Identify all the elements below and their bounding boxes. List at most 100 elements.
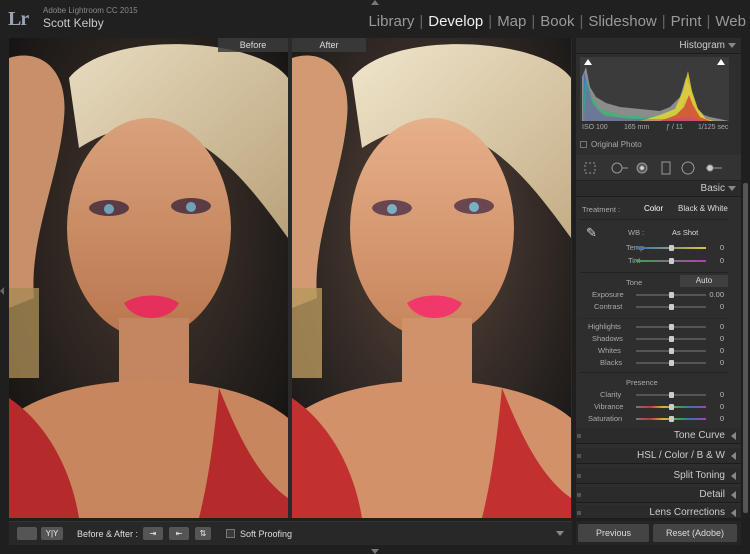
panel-toggle-icon[interactable] <box>577 511 581 515</box>
panel-toggle-icon[interactable] <box>577 474 581 478</box>
module-map[interactable]: Map <box>497 13 526 30</box>
panel-header-tone-curve[interactable]: Tone Curve <box>576 428 741 444</box>
exposure-slider[interactable] <box>636 292 706 298</box>
contrast-slider-knob[interactable] <box>669 304 674 310</box>
highlights-value[interactable]: 0 <box>720 322 724 331</box>
treatment-label: Treatment : <box>582 205 621 214</box>
blacks-value[interactable]: 0 <box>720 358 724 367</box>
whites-slider[interactable] <box>636 348 706 354</box>
shutter-speed: 1/125 sec <box>698 124 729 131</box>
module-slideshow[interactable]: Slideshow <box>588 13 656 30</box>
clarity-label: Clarity <box>600 390 622 399</box>
panel-label: Tone Curve <box>673 430 725 441</box>
panel-label: Split Toning <box>673 470 725 481</box>
tool-strip <box>576 155 741 181</box>
iso-value: ISO 100 <box>582 124 608 131</box>
blacks-slider[interactable] <box>636 360 706 366</box>
panel-toggle-icon[interactable] <box>577 454 581 458</box>
module-web[interactable]: Web <box>715 13 746 30</box>
panel-header-detail[interactable]: Detail <box>576 487 741 503</box>
panel-toggle-icon[interactable] <box>577 434 581 438</box>
basic-panel-header[interactable]: Basic <box>576 181 741 197</box>
collapse-filmstrip-icon[interactable] <box>371 549 379 554</box>
module-library[interactable]: Library <box>368 13 414 30</box>
clarity-slider[interactable] <box>636 392 706 398</box>
treatment-color-button[interactable]: Color <box>644 204 663 213</box>
tint-slider[interactable] <box>636 258 706 264</box>
collapse-left-panel-icon[interactable] <box>0 287 4 295</box>
module-book[interactable]: Book <box>540 13 574 30</box>
panel-header-split-toning[interactable]: Split Toning <box>576 468 741 484</box>
top-bar: Lr Adobe Lightroom CC 2015 Scott Kelby L… <box>0 0 750 38</box>
highlights-slider[interactable] <box>636 324 706 330</box>
blacks-slider-knob[interactable] <box>669 360 674 366</box>
contrast-slider[interactable] <box>636 304 706 310</box>
panel-toggle-icon[interactable] <box>577 493 581 497</box>
panel-bottom-buttons: Previous Reset (Adobe) <box>576 521 741 545</box>
vibrance-slider-knob[interactable] <box>669 404 674 410</box>
shadows-slider-knob[interactable] <box>669 336 674 342</box>
vibrance-slider[interactable] <box>636 404 706 410</box>
copy-after-to-before-button[interactable]: ⇤ <box>169 527 189 540</box>
wb-label: WB : <box>628 228 645 237</box>
wb-select[interactable]: As Shot <box>672 228 698 237</box>
saturation-value[interactable]: 0 <box>720 414 724 423</box>
shadows-value[interactable]: 0 <box>720 334 724 343</box>
right-panel-scrollbar[interactable] <box>741 38 750 519</box>
chevron-left-icon <box>731 491 736 499</box>
bottom-toolbar: Y|Y Before & After : ⇥ ⇤ ⇅ Soft Proofing <box>9 521 572 545</box>
chevron-left-icon <box>731 432 736 440</box>
module-print[interactable]: Print <box>671 13 702 30</box>
highlights-slider-knob[interactable] <box>669 324 674 330</box>
copy-before-to-after-button[interactable]: ⇥ <box>143 527 163 540</box>
temp-slider-knob[interactable] <box>669 245 674 251</box>
temp-slider[interactable] <box>636 245 706 251</box>
reset-button[interactable]: Reset (Adobe) <box>653 524 737 542</box>
tint-slider-knob[interactable] <box>669 258 674 264</box>
original-photo-checkbox[interactable] <box>580 141 587 148</box>
toolbar-menu-icon[interactable] <box>556 531 564 536</box>
contrast-value[interactable]: 0 <box>720 302 724 311</box>
module-develop[interactable]: Develop <box>428 13 483 30</box>
shadows-label: Shadows <box>592 334 623 343</box>
scrollbar-thumb[interactable] <box>743 183 748 513</box>
swap-before-after-button[interactable]: ⇅ <box>195 527 211 540</box>
temp-value[interactable]: 0 <box>720 243 724 252</box>
histogram-title: Histogram <box>679 40 725 51</box>
panel-label: HSL / Color / B & W <box>637 450 725 461</box>
chevron-down-icon <box>728 186 736 191</box>
white-balance-picker-icon[interactable]: ✎ <box>586 225 597 241</box>
panel-label: Lens Corrections <box>649 507 725 518</box>
module-picker: Library | Develop | Map | Book | Slideshow | Print… <box>368 13 746 30</box>
clarity-value[interactable]: 0 <box>720 390 724 399</box>
vibrance-value[interactable]: 0 <box>720 402 724 411</box>
clarity-slider-knob[interactable] <box>669 392 674 398</box>
chevron-left-icon <box>731 452 736 460</box>
before-after-view: Before After <box>9 38 572 518</box>
chevron-left-icon <box>731 509 736 517</box>
whites-slider-knob[interactable] <box>669 348 674 354</box>
collapse-top-panel-icon[interactable] <box>371 0 379 5</box>
auto-tone-button[interactable]: Auto <box>680 275 728 287</box>
saturation-slider[interactable] <box>636 416 706 422</box>
loupe-view-button[interactable] <box>17 527 37 540</box>
saturation-slider-knob[interactable] <box>669 416 674 422</box>
histogram-header[interactable]: Histogram <box>576 38 741 54</box>
whites-label: Whites <box>598 346 621 355</box>
app-name: Adobe Lightroom CC 2015 <box>43 6 138 15</box>
whites-value[interactable]: 0 <box>720 346 724 355</box>
panel-label: Detail <box>699 489 725 500</box>
previous-button[interactable]: Previous <box>578 524 649 542</box>
shadows-slider[interactable] <box>636 336 706 342</box>
treatment-bw-button[interactable]: Black & White <box>678 204 728 213</box>
tone-label: Tone <box>626 278 643 287</box>
soft-proofing-checkbox[interactable] <box>226 529 235 538</box>
blacks-label: Blacks <box>600 358 623 367</box>
panel-header-lens-corrections[interactable]: Lens Corrections <box>576 505 741 519</box>
before-after-view-button[interactable]: Y|Y <box>41 527 63 540</box>
exposure-value[interactable]: 0.00 <box>709 290 724 299</box>
exposure-slider-knob[interactable] <box>669 292 674 298</box>
panel-header-hsl[interactable]: HSL / Color / B & W <box>576 448 741 464</box>
tint-value[interactable]: 0 <box>720 256 724 265</box>
original-photo-toggle[interactable]: Original Photo <box>580 140 642 149</box>
